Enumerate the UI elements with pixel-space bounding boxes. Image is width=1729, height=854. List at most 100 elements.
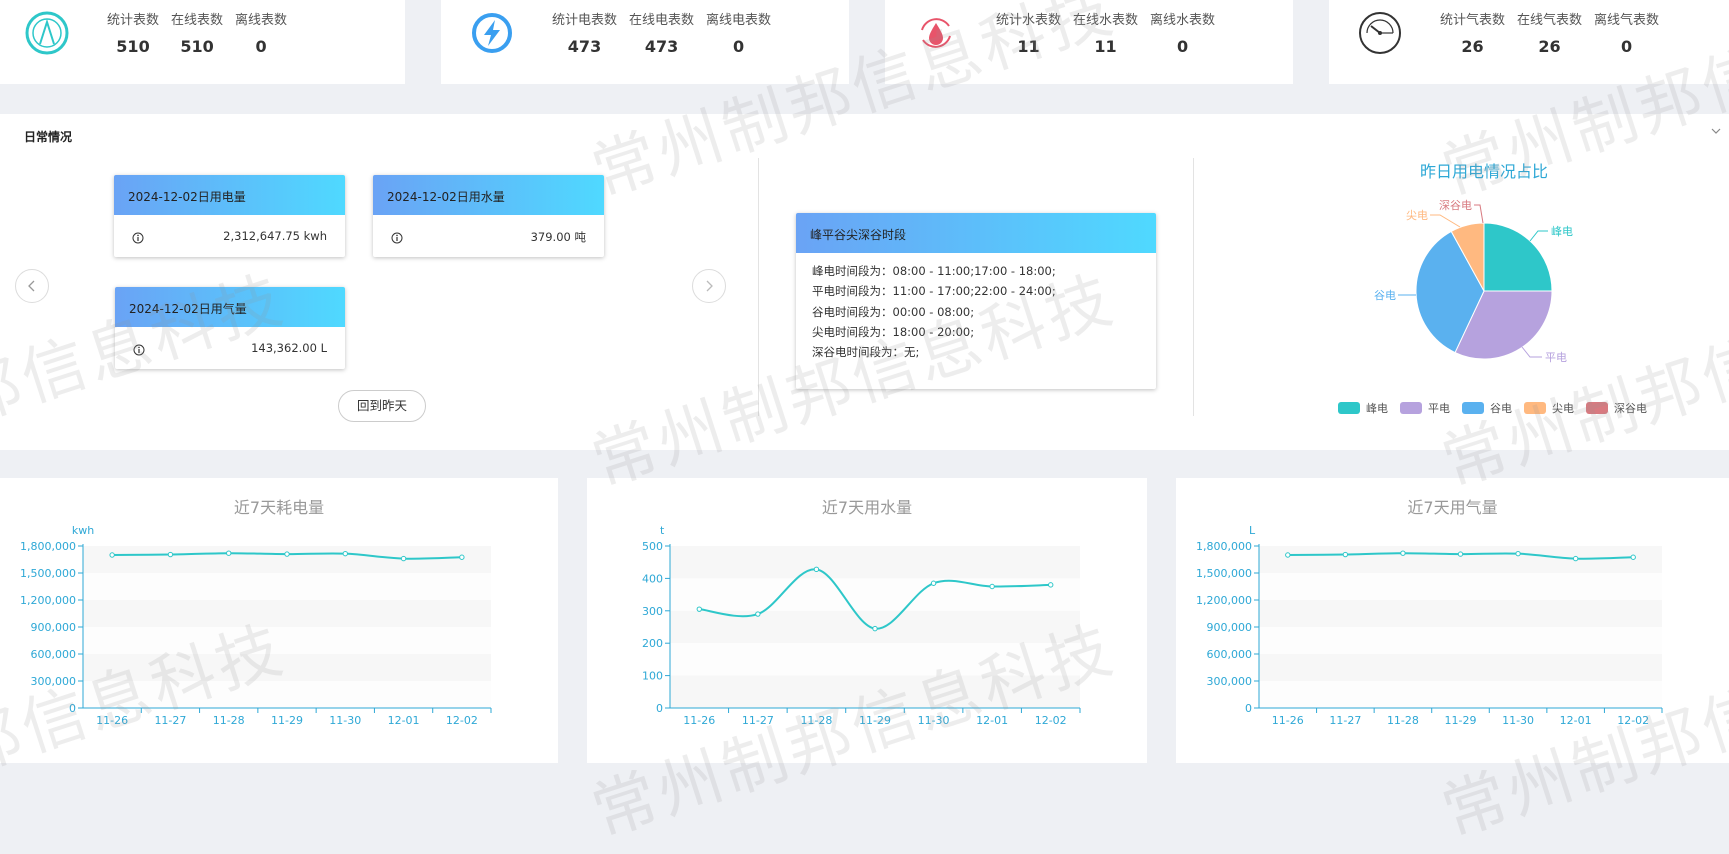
carousel-prev-button[interactable] <box>15 269 49 303</box>
stat-value: 11 <box>1017 37 1040 56</box>
stat-value: 26 <box>1538 37 1561 56</box>
data-point <box>226 550 232 556</box>
card-title: 峰平谷尖深谷时段 <box>796 213 1156 253</box>
data-point <box>459 554 465 560</box>
data-point <box>1342 551 1349 558</box>
legend-item[interactable]: 尖电 <box>1524 400 1574 416</box>
data-point <box>1515 550 1521 557</box>
back-to-yesterday-button[interactable]: 回到昨天 <box>338 390 426 422</box>
legend-item[interactable]: 平电 <box>1400 400 1450 416</box>
x-tick-label: 12-02 <box>1617 714 1649 727</box>
y-tick-label: 600,000 <box>1207 648 1253 661</box>
stat-label: 离线水表数 <box>1150 13 1216 28</box>
divider <box>758 158 759 416</box>
data-point <box>284 551 290 557</box>
legend-swatch <box>1524 402 1546 414</box>
legend-item[interactable]: 峰电 <box>1338 400 1388 416</box>
stat-card-all: 统计表数 510 在线表数 510 离线表数 0 <box>0 0 405 84</box>
legend-label: 谷电 <box>1490 402 1512 415</box>
grid-band <box>1259 600 1662 627</box>
stat-label: 统计表数 <box>107 13 160 28</box>
stat-label: 在线水表数 <box>1073 13 1139 28</box>
pie-label-line <box>1430 214 1461 228</box>
period-line: 尖电时间段为：18:00 - 20:00; <box>812 324 975 339</box>
grid-band <box>1259 546 1662 573</box>
stat-value: 11 <box>1094 37 1117 56</box>
x-tick-label: 11-29 <box>1445 714 1477 727</box>
grid-band <box>670 643 1080 676</box>
legend-label: 平电 <box>1428 402 1450 415</box>
y-tick-label: 900,000 <box>1207 621 1253 634</box>
legend-item[interactable]: 谷电 <box>1462 400 1512 416</box>
y-tick-label: 500 <box>642 540 663 553</box>
stat-value: 0 <box>1620 37 1633 56</box>
grid-band <box>83 627 491 654</box>
grid-band <box>83 546 491 573</box>
y-axis-unit: kwh <box>72 524 94 537</box>
x-tick-label: 11-27 <box>742 714 774 727</box>
period-card: 峰平谷尖深谷时段 峰电时间段为：08:00 - 11:00;17:00 - 18… <box>796 213 1156 389</box>
y-axis-unit: t <box>660 524 665 537</box>
pie-slice <box>1483 222 1553 292</box>
y-tick-label: 300,000 <box>1207 675 1253 688</box>
line-chart: 0 300,000 600,000 900,000 1,200,000 1,500,000… <box>1196 524 1663 727</box>
carousel-next-button[interactable] <box>692 269 726 303</box>
section-title: 日常情况 <box>24 130 73 144</box>
usage-value: 143,362.00 L <box>251 341 327 355</box>
info-icon[interactable] <box>132 232 144 244</box>
period-line: 谷电时间段为：00:00 - 08:00; <box>812 304 975 319</box>
legend-label: 峰电 <box>1366 402 1388 415</box>
stat-card-gas: 统计气表数 26 在线气表数 26 离线气表数 0 <box>1329 0 1729 84</box>
grid-band <box>83 654 491 681</box>
grid-band <box>1259 681 1662 708</box>
legend-swatch <box>1338 402 1360 414</box>
stat-label: 在线表数 <box>171 13 224 28</box>
data-point <box>167 551 174 558</box>
electric-usage-card: 2024-12-02日用电量 2,312,647.75 kwh <box>114 175 345 257</box>
pie-label: 尖电 <box>1406 209 1428 222</box>
y-tick-label: 400 <box>642 572 663 585</box>
data-point <box>1285 552 1291 558</box>
legend-item[interactable]: 深谷电 <box>1586 400 1647 416</box>
x-tick-label: 12-02 <box>1035 714 1067 727</box>
y-axis-unit: L <box>1249 524 1256 537</box>
y-tick-label: 0 <box>69 702 76 715</box>
x-tick-label: 11-27 <box>1329 714 1361 727</box>
stat-label: 在线气表数 <box>1517 13 1583 28</box>
grid-band <box>1259 573 1662 600</box>
stat-value: 510 <box>180 37 214 56</box>
data-point <box>1048 582 1054 588</box>
info-icon[interactable] <box>391 232 403 244</box>
stat-label: 统计气表数 <box>1440 13 1506 28</box>
grid-band <box>83 681 491 708</box>
data-point <box>930 580 937 586</box>
legend-label: 深谷电 <box>1614 402 1647 415</box>
grid-band <box>1259 627 1662 654</box>
divider <box>1193 158 1194 416</box>
stat-value: 0 <box>732 37 745 56</box>
data-point <box>813 566 820 573</box>
pie-label: 平电 <box>1545 351 1567 364</box>
legend-swatch <box>1462 402 1484 414</box>
chevron-down-icon[interactable] <box>1711 126 1721 136</box>
stat-card-electric: 统计电表数 473 在线电表数 473 离线电表数 0 <box>441 0 849 84</box>
y-tick-label: 300 <box>642 605 663 618</box>
grid-band <box>1259 654 1662 681</box>
pie-label-line <box>1521 346 1542 358</box>
x-tick-label: 11-29 <box>271 714 303 727</box>
usage-value: 379.00 吨 <box>530 230 586 244</box>
gas-usage-card: 2024-12-02日用气量 143,362.00 L <box>115 287 345 369</box>
lightning-icon <box>472 13 512 53</box>
info-icon[interactable] <box>133 344 145 356</box>
stat-label: 离线表数 <box>235 13 288 28</box>
x-tick-label: 11-27 <box>154 714 186 727</box>
line-chart: 0 300,000 600,000 900,000 1,200,000 1,500,000… <box>20 524 492 727</box>
y-tick-label: 100 <box>642 670 663 683</box>
y-tick-label: 200 <box>642 637 663 650</box>
x-tick-label: 11-30 <box>1502 714 1534 727</box>
pie-label: 深谷电 <box>1439 199 1472 212</box>
y-tick-label: 300,000 <box>31 675 77 688</box>
stat-card-water: 统计水表数 11 在线水表数 11 离线水表数 0 <box>885 0 1293 84</box>
grid-band <box>670 675 1080 708</box>
legend-swatch <box>1400 402 1422 414</box>
